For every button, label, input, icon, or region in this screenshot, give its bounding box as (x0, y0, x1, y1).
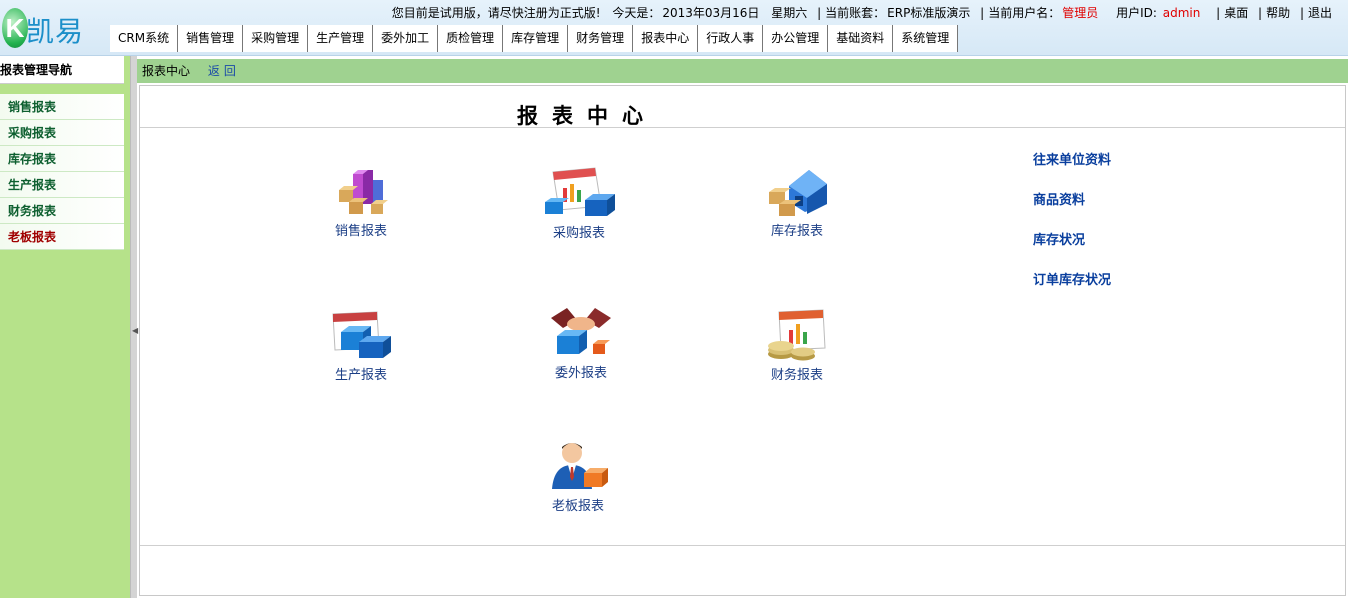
purchase-report-icon (545, 167, 615, 216)
tile-inventory-report[interactable]: 库存报表 (747, 166, 847, 239)
tile-label: 生产报表 (334, 368, 387, 383)
sidebar-item-sales-report[interactable]: 销售报表 (0, 94, 124, 120)
sidebar-item-production-report[interactable]: 生产报表 (0, 172, 124, 198)
nav-basic-data[interactable]: 基础资料 (828, 25, 894, 52)
divider: | (1216, 6, 1221, 20)
nav-finance[interactable]: 财务管理 (568, 25, 634, 52)
user-name: 管理员 (1062, 6, 1099, 20)
desktop-link[interactable]: 桌面 (1224, 6, 1248, 20)
today-date: 2013年03月16日 (662, 6, 760, 20)
boss-icon (552, 443, 608, 489)
logout-link[interactable]: 退出 (1308, 6, 1332, 20)
sidebar-item-finance-report[interactable]: 财务报表 (0, 198, 124, 224)
tile-sales-report[interactable]: 销售报表 (311, 166, 411, 239)
quick-link-order-stock-status[interactable]: 订单库存状况 (1033, 269, 1111, 288)
nav-inventory[interactable]: 库存管理 (503, 25, 569, 52)
sidebar-item-purchase-report[interactable]: 采购报表 (0, 120, 124, 146)
divider: | (1258, 6, 1263, 20)
breadcrumb: 报表中心 返回 (137, 59, 1348, 83)
user-label: 当前用户名： (988, 6, 1061, 20)
tile-label: 老板报表 (551, 499, 604, 514)
quick-link-products[interactable]: 商品资料 (1033, 189, 1085, 208)
handshake-icon (551, 308, 611, 354)
today-label: 今天是： (612, 6, 661, 20)
nav-reports[interactable]: 报表中心 (633, 25, 699, 52)
breadcrumb-current: 报表中心 (142, 64, 191, 78)
account-label: 当前账套： (825, 6, 886, 20)
sidebar-title: 报表管理导航 (0, 56, 124, 84)
quick-link-stock-status[interactable]: 库存状况 (1033, 229, 1085, 248)
sidebar: 报表管理导航 销售报表 采购报表 库存报表 生产报表 财务报表 老板报表 (0, 56, 130, 598)
tile-label: 库存报表 (770, 224, 823, 239)
production-report-icon (332, 311, 391, 358)
footer-divider (140, 545, 1345, 546)
inventory-report-icon (769, 170, 827, 216)
sidebar-spacer (0, 84, 124, 94)
nav-quality[interactable]: 质检管理 (438, 25, 504, 52)
tile-label: 委外报表 (554, 366, 607, 381)
divider: | (980, 6, 985, 20)
nav-purchase[interactable]: 采购管理 (243, 25, 309, 52)
report-center-panel: 报表中心 销售报表 采购报表 库存报表 生产报表 委外报表 财务报表 老板报表 … (139, 85, 1346, 596)
help-link[interactable]: 帮助 (1266, 6, 1290, 20)
tile-label: 采购报表 (552, 226, 605, 241)
sidebar-splitter[interactable]: ◀ (130, 56, 138, 598)
quick-link-partners[interactable]: 往来单位资料 (1033, 149, 1111, 168)
nav-outsourcing[interactable]: 委外加工 (373, 25, 439, 52)
nav-system[interactable]: 系统管理 (893, 25, 959, 52)
collapse-arrow-icon[interactable]: ◀ (132, 326, 138, 335)
logo-k-mark: K (2, 8, 28, 48)
finance-report-icon (768, 309, 826, 361)
trial-notice: 您目前是试用版，请尽快注册为正式版! (391, 6, 601, 20)
nav-office[interactable]: 办公管理 (763, 25, 829, 52)
page-title: 报表中心 (517, 103, 657, 128)
top-header: K 凯易通 您目前是试用版，请尽快注册为正式版! 今天是：2013年03月16日… (0, 0, 1348, 88)
tile-finance-report[interactable]: 财务报表 (747, 308, 847, 383)
tile-label: 销售报表 (334, 224, 387, 239)
back-link[interactable]: 返回 (208, 64, 240, 78)
weekday: 星期六 (771, 6, 808, 20)
nav-sales[interactable]: 销售管理 (178, 25, 244, 52)
account-name: ERP标准版演示 (887, 6, 971, 20)
tile-purchase-report[interactable]: 采购报表 (529, 166, 629, 241)
sidebar-item-inventory-report[interactable]: 库存报表 (0, 146, 124, 172)
status-line: 您目前是试用版，请尽快注册为正式版! 今天是： 2013年03月16日 星期六 |… (390, 4, 1332, 20)
divider: | (817, 6, 822, 20)
tile-production-report[interactable]: 生产报表 (311, 308, 411, 383)
sales-report-icon (339, 170, 388, 214)
tile-outsourcing-report[interactable]: 委外报表 (531, 306, 631, 381)
user-id: admin (1162, 6, 1201, 20)
nav-production[interactable]: 生产管理 (308, 25, 374, 52)
tile-label: 财务报表 (770, 368, 823, 383)
sidebar-list: 销售报表 采购报表 库存报表 生产报表 财务报表 老板报表 (0, 94, 124, 250)
divider: | (1299, 6, 1304, 20)
main-nav: CRM系统 销售管理 采购管理 生产管理 委外加工 质检管理 库存管理 财务管理… (110, 25, 959, 52)
nav-hr[interactable]: 行政人事 (698, 25, 764, 52)
userid-label: 用户ID: (1116, 6, 1161, 20)
sidebar-item-boss-report[interactable]: 老板报表 (0, 224, 124, 250)
app-logo[interactable]: K 凯易通 (0, 6, 108, 88)
tile-boss-report[interactable]: 老板报表 (528, 439, 628, 514)
title-divider (140, 127, 1345, 128)
nav-crm[interactable]: CRM系统 (110, 25, 179, 52)
